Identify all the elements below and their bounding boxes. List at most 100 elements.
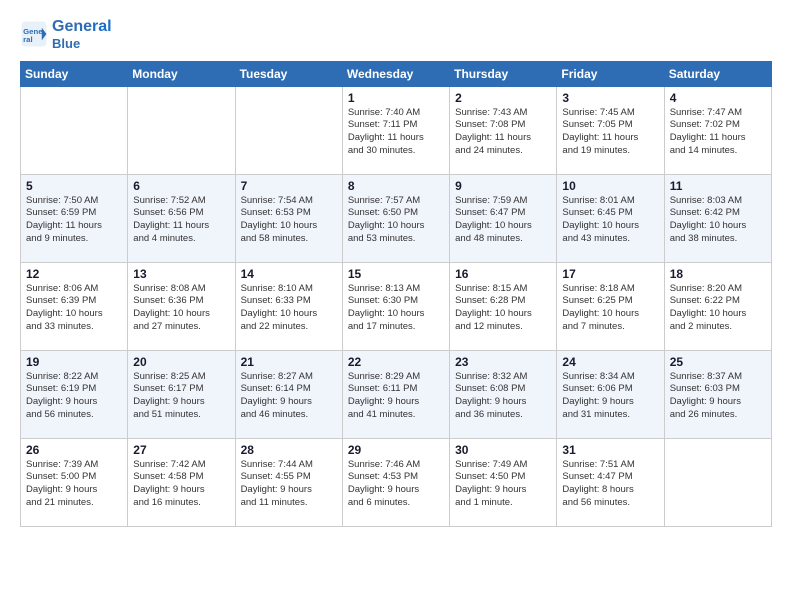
day-number: 3 [562,91,658,105]
calendar-cell [128,86,235,174]
calendar-cell: 27Sunrise: 7:42 AM Sunset: 4:58 PM Dayli… [128,438,235,526]
calendar-cell: 17 Sunrise: 8:18 AM Sunset: 6:25 PM Dayli… [557,262,664,350]
day-info: Sunrise: 8:03 AM Sunset: 6:42 PM Dayligh… [670,195,766,246]
day-info: Sunrise: 7:43 AM Sunset: 7:08 PM Dayligh… [455,107,551,158]
calendar-dow-monday: Monday [128,61,235,86]
calendar-cell [235,86,342,174]
calendar-cell: 31 Sunrise: 7:51 AM Sunset: 4:47 PM Dayli… [557,438,664,526]
day-info: Sunrise: 8:32 AM Sunset: 6:08 PM Dayligh… [455,371,551,422]
day-info: Sunrise: 7:47 AM Sunset: 7:02 PM Dayligh… [670,107,766,158]
day-info: Sunrise: 8:29 AM Sunset: 6:11 PM Dayligh… [348,371,444,422]
day-number: 5 [26,179,122,193]
calendar-cell: 13 Sunrise: 8:08 AM Sunset: 6:36 PM Dayli… [128,262,235,350]
day-number: 1 [348,91,444,105]
day-info: Sunrise: 8:01 AM Sunset: 6:45 PM Dayligh… [562,195,658,246]
calendar-dow-sunday: Sunday [21,61,128,86]
day-info: Sunrise: 8:34 AM Sunset: 6:06 PM Dayligh… [562,371,658,422]
calendar-cell: 23 Sunrise: 8:32 AM Sunset: 6:08 PM Dayli… [450,350,557,438]
day-number: 22 [348,355,444,369]
calendar-cell: 11Sunrise: 8:03 AM Sunset: 6:42 PM Dayli… [664,174,771,262]
day-info: Sunrise: 8:37 AM Sunset: 6:03 PM Dayligh… [670,371,766,422]
day-number: 18 [670,267,766,281]
day-info: Sunrise: 8:18 AM Sunset: 6:25 PM Dayligh… [562,283,658,334]
day-number: 13 [133,267,229,281]
calendar-cell: 10 Sunrise: 8:01 AM Sunset: 6:45 PM Dayli… [557,174,664,262]
calendar-cell: 16Sunrise: 8:15 AM Sunset: 6:28 PM Dayli… [450,262,557,350]
day-info: Sunrise: 8:06 AM Sunset: 6:39 PM Dayligh… [26,283,122,334]
day-number: 25 [670,355,766,369]
day-info: Sunrise: 7:39 AM Sunset: 5:00 PM Dayligh… [26,459,122,510]
day-info: Sunrise: 8:22 AM Sunset: 6:19 PM Dayligh… [26,371,122,422]
day-number: 4 [670,91,766,105]
calendar-cell: 8 Sunrise: 7:57 AM Sunset: 6:50 PM Daylig… [342,174,449,262]
calendar-cell: 9Sunrise: 7:59 AM Sunset: 6:47 PM Daylig… [450,174,557,262]
day-info: Sunrise: 8:20 AM Sunset: 6:22 PM Dayligh… [670,283,766,334]
day-info: Sunrise: 7:52 AM Sunset: 6:56 PM Dayligh… [133,195,229,246]
day-number: 14 [241,267,337,281]
calendar-cell: 5 Sunrise: 7:50 AM Sunset: 6:59 PM Daylig… [21,174,128,262]
calendar: SundayMondayTuesdayWednesdayThursdayFrid… [20,61,772,527]
day-info: Sunrise: 7:50 AM Sunset: 6:59 PM Dayligh… [26,195,122,246]
day-info: Sunrise: 7:57 AM Sunset: 6:50 PM Dayligh… [348,195,444,246]
page-header: Gene- ral General Blue [20,18,772,51]
day-info: Sunrise: 8:15 AM Sunset: 6:28 PM Dayligh… [455,283,551,334]
calendar-dow-wednesday: Wednesday [342,61,449,86]
day-number: 31 [562,443,658,457]
day-number: 15 [348,267,444,281]
calendar-week-1: 1Sunrise: 7:40 AM Sunset: 7:11 PM Daylig… [21,86,772,174]
day-number: 29 [348,443,444,457]
day-number: 27 [133,443,229,457]
day-info: Sunrise: 7:44 AM Sunset: 4:55 PM Dayligh… [241,459,337,510]
calendar-dow-thursday: Thursday [450,61,557,86]
day-info: Sunrise: 7:46 AM Sunset: 4:53 PM Dayligh… [348,459,444,510]
day-number: 2 [455,91,551,105]
calendar-week-2: 5 Sunrise: 7:50 AM Sunset: 6:59 PM Daylig… [21,174,772,262]
day-info: Sunrise: 8:13 AM Sunset: 6:30 PM Dayligh… [348,283,444,334]
logo-icon: Gene- ral [20,20,48,48]
day-info: Sunrise: 7:59 AM Sunset: 6:47 PM Dayligh… [455,195,551,246]
day-number: 17 [562,267,658,281]
svg-text:ral: ral [23,35,33,44]
calendar-cell: 18 Sunrise: 8:20 AM Sunset: 6:22 PM Dayli… [664,262,771,350]
calendar-cell: 29 Sunrise: 7:46 AM Sunset: 4:53 PM Dayli… [342,438,449,526]
day-info: Sunrise: 8:08 AM Sunset: 6:36 PM Dayligh… [133,283,229,334]
day-number: 10 [562,179,658,193]
day-info: Sunrise: 7:49 AM Sunset: 4:50 PM Dayligh… [455,459,551,510]
calendar-cell: 2 Sunrise: 7:43 AM Sunset: 7:08 PM Daylig… [450,86,557,174]
calendar-cell [664,438,771,526]
calendar-cell: 12 Sunrise: 8:06 AM Sunset: 6:39 PM Dayli… [21,262,128,350]
day-info: Sunrise: 7:51 AM Sunset: 4:47 PM Dayligh… [562,459,658,510]
calendar-cell: 6Sunrise: 7:52 AM Sunset: 6:56 PM Daylig… [128,174,235,262]
day-info: Sunrise: 7:45 AM Sunset: 7:05 PM Dayligh… [562,107,658,158]
day-number: 7 [241,179,337,193]
day-number: 20 [133,355,229,369]
day-number: 26 [26,443,122,457]
day-number: 23 [455,355,551,369]
day-info: Sunrise: 8:27 AM Sunset: 6:14 PM Dayligh… [241,371,337,422]
logo-blue: Blue [52,36,112,51]
calendar-cell: 28 Sunrise: 7:44 AM Sunset: 4:55 PM Dayli… [235,438,342,526]
calendar-cell: 14 Sunrise: 8:10 AM Sunset: 6:33 PM Dayli… [235,262,342,350]
day-number: 24 [562,355,658,369]
calendar-cell: 7 Sunrise: 7:54 AM Sunset: 6:53 PM Daylig… [235,174,342,262]
calendar-cell: 30Sunrise: 7:49 AM Sunset: 4:50 PM Dayli… [450,438,557,526]
calendar-week-5: 26 Sunrise: 7:39 AM Sunset: 5:00 PM Dayli… [21,438,772,526]
calendar-cell: 4 Sunrise: 7:47 AM Sunset: 7:02 PM Daylig… [664,86,771,174]
day-number: 21 [241,355,337,369]
calendar-cell: 1Sunrise: 7:40 AM Sunset: 7:11 PM Daylig… [342,86,449,174]
calendar-dow-tuesday: Tuesday [235,61,342,86]
calendar-dow-friday: Friday [557,61,664,86]
logo: Gene- ral General Blue [20,18,112,51]
calendar-week-3: 12 Sunrise: 8:06 AM Sunset: 6:39 PM Dayli… [21,262,772,350]
day-number: 28 [241,443,337,457]
calendar-cell: 24 Sunrise: 8:34 AM Sunset: 6:06 PM Dayli… [557,350,664,438]
calendar-cell: 26 Sunrise: 7:39 AM Sunset: 5:00 PM Dayli… [21,438,128,526]
logo-text: General [52,18,112,36]
day-info: Sunrise: 8:10 AM Sunset: 6:33 PM Dayligh… [241,283,337,334]
calendar-cell: 20Sunrise: 8:25 AM Sunset: 6:17 PM Dayli… [128,350,235,438]
day-number: 8 [348,179,444,193]
day-info: Sunrise: 7:54 AM Sunset: 6:53 PM Dayligh… [241,195,337,246]
calendar-cell: 3 Sunrise: 7:45 AM Sunset: 7:05 PM Daylig… [557,86,664,174]
day-number: 12 [26,267,122,281]
calendar-header-row: SundayMondayTuesdayWednesdayThursdayFrid… [21,61,772,86]
